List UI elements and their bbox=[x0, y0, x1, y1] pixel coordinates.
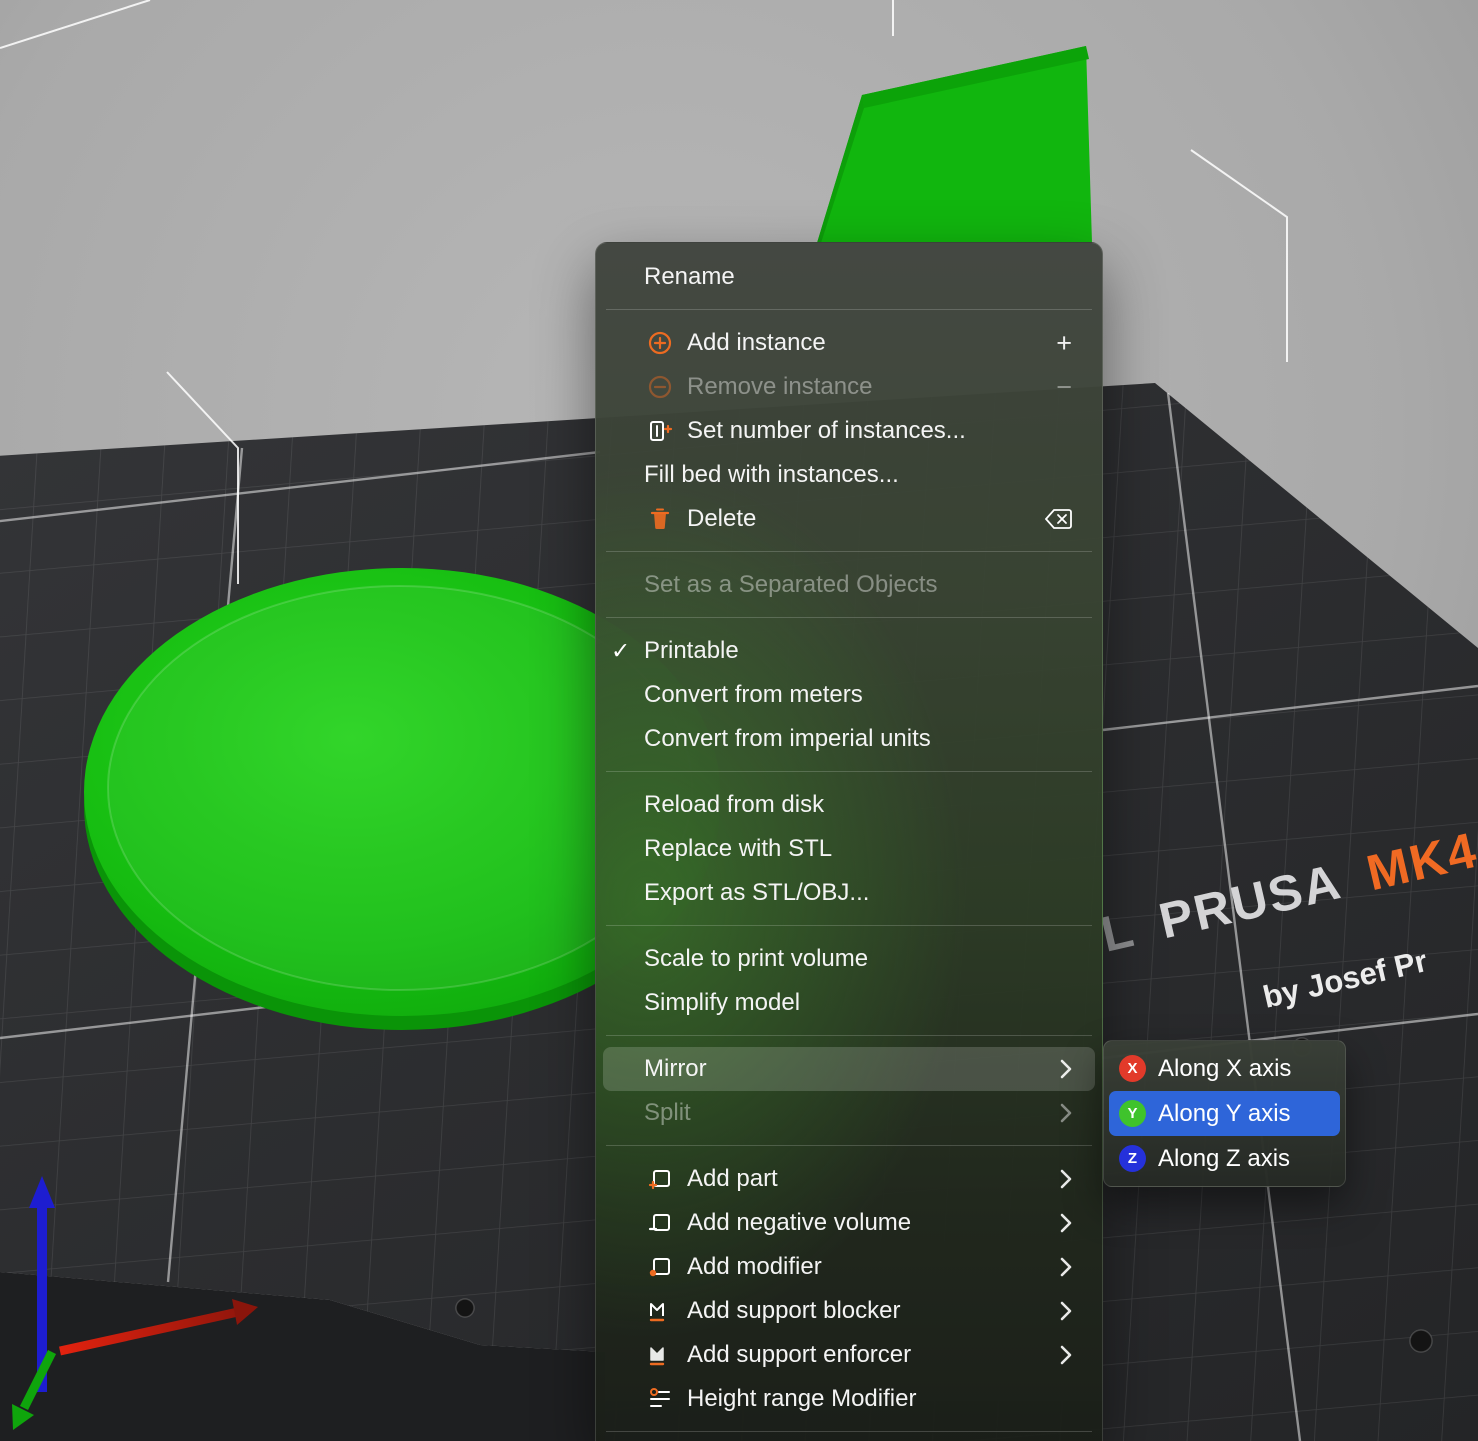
menu-item-delete[interactable]: Delete bbox=[596, 497, 1102, 541]
submenu-arrow-icon bbox=[1059, 1212, 1072, 1234]
menu-item-reload-from-disk[interactable]: Reload from disk bbox=[596, 783, 1102, 827]
submenu-item-along-x-axis[interactable]: X Along X axis bbox=[1109, 1046, 1340, 1091]
menu-item-remove-instance[interactable]: Remove instance − bbox=[596, 365, 1102, 409]
menu-item-replace-with-stl[interactable]: Replace with STL bbox=[596, 827, 1102, 871]
menu-item-add-part[interactable]: Add part bbox=[596, 1157, 1102, 1201]
menu-separator bbox=[606, 1431, 1092, 1432]
menu-item-rename[interactable]: Rename bbox=[596, 255, 1102, 299]
submenu-arrow-icon bbox=[1059, 1058, 1072, 1080]
menu-item-split[interactable]: Split bbox=[596, 1091, 1102, 1135]
axis-z-icon: Z bbox=[1119, 1145, 1146, 1172]
add-part-icon bbox=[646, 1165, 674, 1193]
submenu-arrow-icon bbox=[1059, 1300, 1072, 1322]
submenu-arrow-icon bbox=[1059, 1344, 1072, 1366]
menu-item-mirror[interactable]: Mirror bbox=[603, 1047, 1095, 1091]
menu-separator bbox=[606, 771, 1092, 772]
add-support-enforcer-icon bbox=[646, 1341, 674, 1369]
menu-item-set-number-of-instances[interactable]: Set number of instances... bbox=[596, 409, 1102, 453]
submenu-item-along-z-axis[interactable]: Z Along Z axis bbox=[1109, 1136, 1340, 1181]
submenu-arrow-icon bbox=[1059, 1256, 1072, 1278]
menu-item-add-modifier[interactable]: Add modifier bbox=[596, 1245, 1102, 1289]
menu-item-add-support-enforcer[interactable]: Add support enforcer bbox=[596, 1333, 1102, 1377]
menu-item-convert-from-meters[interactable]: Convert from meters bbox=[596, 673, 1102, 717]
remove-instance-icon bbox=[646, 373, 674, 401]
add-support-blocker-icon bbox=[646, 1297, 674, 1325]
delete-trash-icon bbox=[646, 505, 674, 533]
menu-item-add-instance[interactable]: Add instance + bbox=[596, 321, 1102, 365]
menu-item-convert-from-imperial-units[interactable]: Convert from imperial units bbox=[596, 717, 1102, 761]
submenu-arrow-icon bbox=[1059, 1168, 1072, 1190]
menu-separator bbox=[606, 551, 1092, 552]
menu-item-simplify-model[interactable]: Simplify model bbox=[596, 981, 1102, 1025]
menu-item-height-range-modifier[interactable]: Height range Modifier bbox=[596, 1377, 1102, 1421]
menu-separator bbox=[606, 925, 1092, 926]
add-negative-volume-icon bbox=[646, 1209, 674, 1237]
submenu-arrow-icon bbox=[1059, 1102, 1072, 1124]
add-modifier-icon bbox=[646, 1253, 674, 1281]
shortcut-minus: − bbox=[1056, 371, 1072, 402]
menu-separator bbox=[606, 617, 1092, 618]
set-instances-icon bbox=[646, 417, 674, 445]
menu-separator bbox=[606, 309, 1092, 310]
object-context-menu: Rename Add instance + Remove instance − … bbox=[595, 242, 1103, 1441]
menu-item-fill-bed-with-instances[interactable]: Fill bed with instances... bbox=[596, 453, 1102, 497]
shortcut-backspace-icon bbox=[1045, 509, 1072, 529]
menu-item-add-support-blocker[interactable]: Add support blocker bbox=[596, 1289, 1102, 1333]
checkmark-icon: ✓ bbox=[611, 637, 631, 664]
menu-item-export-as-stl-obj[interactable]: Export as STL/OBJ... bbox=[596, 871, 1102, 915]
axis-x-icon: X bbox=[1119, 1055, 1146, 1082]
mirror-submenu: X Along X axis Y Along Y axis Z Along Z … bbox=[1103, 1040, 1346, 1187]
add-instance-icon bbox=[646, 329, 674, 357]
menu-item-printable[interactable]: ✓ Printable bbox=[596, 629, 1102, 673]
menu-item-scale-to-print-volume[interactable]: Scale to print volume bbox=[596, 937, 1102, 981]
submenu-item-along-y-axis[interactable]: Y Along Y axis bbox=[1109, 1091, 1340, 1136]
height-range-modifier-icon bbox=[646, 1385, 674, 1413]
menu-separator bbox=[606, 1035, 1092, 1036]
menu-item-add-negative-volume[interactable]: Add negative volume bbox=[596, 1201, 1102, 1245]
shortcut-plus: + bbox=[1056, 327, 1072, 358]
menu-separator bbox=[606, 1145, 1092, 1146]
axis-y-icon: Y bbox=[1119, 1100, 1146, 1127]
menu-item-set-as-separated-objects[interactable]: Set as a Separated Objects bbox=[596, 563, 1102, 607]
